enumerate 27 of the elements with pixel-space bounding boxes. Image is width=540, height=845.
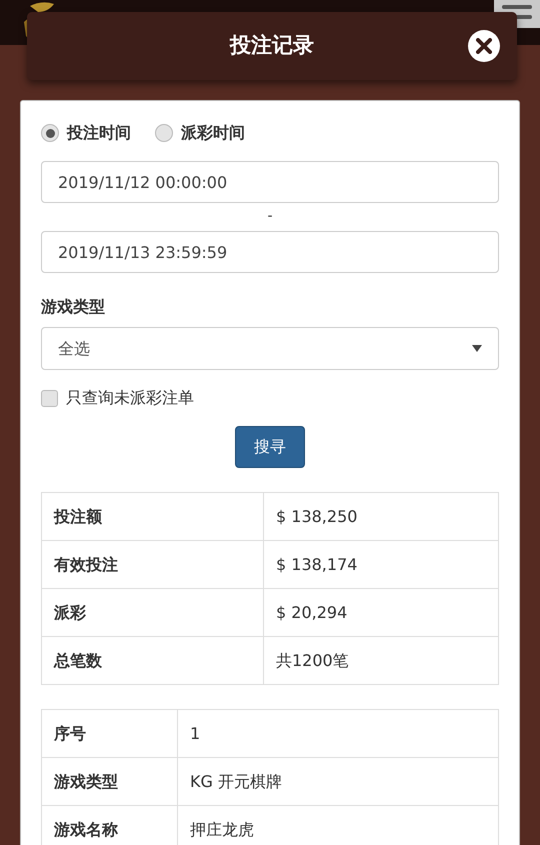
end-time-field[interactable]: 2019/11/13 23:59:59 [41, 231, 499, 273]
table-cell: 有效投注 [42, 540, 264, 588]
radio-option[interactable]: 投注时间 [41, 121, 131, 145]
table-cell: 序号 [42, 710, 178, 758]
radio-option[interactable]: 派彩时间 [155, 121, 245, 145]
table-cell: $ 138,250 [264, 492, 498, 540]
table-cell: $ 138,174 [264, 540, 498, 588]
table-cell: 游戏名称 [42, 806, 178, 845]
range-separator: - [267, 208, 273, 224]
checkbox[interactable] [41, 390, 58, 406]
table-cell: 游戏类型 [42, 758, 178, 806]
table-cell: 总笔数 [42, 636, 264, 684]
table-cell: 派彩 [42, 588, 264, 636]
table-cell: KG 开元棋牌 [178, 758, 498, 806]
caret-icon [472, 345, 482, 352]
search-button[interactable]: 搜寻 [235, 426, 305, 468]
table-cell: 投注额 [42, 492, 264, 540]
close-button[interactable] [468, 30, 500, 62]
table-cell: 共1200笔 [264, 636, 498, 684]
field-label: 游戏类型 [41, 297, 105, 316]
close-icon [476, 38, 492, 54]
table-cell: 1 [178, 710, 498, 758]
modal-title: 投注记录 [230, 32, 314, 60]
table-cell: $ 20,294 [264, 588, 498, 636]
game-type-select[interactable]: 全选 [41, 327, 499, 370]
start-time-field[interactable]: 2019/11/12 00:00:00 [41, 161, 499, 203]
checkbox-label: 只查询未派彩注单 [66, 387, 194, 409]
